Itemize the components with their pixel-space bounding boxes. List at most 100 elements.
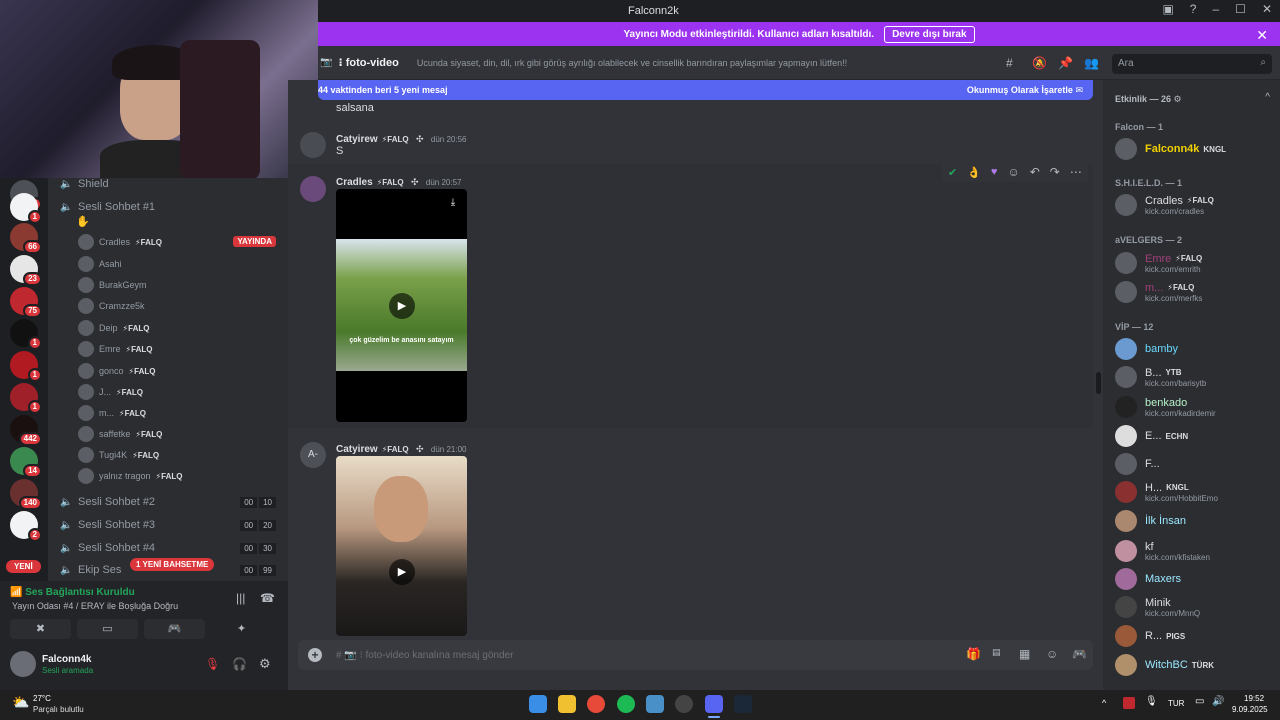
server-icon[interactable]: 442 xyxy=(10,415,42,446)
app-icon[interactable] xyxy=(675,695,693,713)
member-item[interactable]: benkado kick.com/kadirdemir xyxy=(1115,396,1216,418)
message-input[interactable]: # 📷 ⁝ foto-video kanalına mesaj gönder xyxy=(336,650,513,661)
sticker-icon[interactable]: ▦ xyxy=(1019,647,1030,661)
voice-user[interactable]: gonco ⚡FALQ xyxy=(78,363,155,379)
avatar[interactable] xyxy=(300,132,326,158)
reply-icon[interactable]: ↶ xyxy=(1030,165,1040,179)
weather-temp[interactable]: 27°C xyxy=(33,694,51,703)
member-item[interactable]: R... PIGS xyxy=(1115,625,1185,647)
emoji-icon[interactable]: ☺ xyxy=(1046,647,1058,661)
deafen-icon[interactable]: 🎧 xyxy=(232,657,247,671)
add-attachment-icon[interactable]: + xyxy=(308,648,322,662)
voice-user[interactable]: Cradles ⚡FALQ xyxy=(78,234,162,250)
disconnect-icon[interactable]: ☎ xyxy=(260,591,275,605)
search-input[interactable]: Ara ⌕ xyxy=(1112,54,1272,74)
mark-as-read-button[interactable]: Okunmuş Olarak İşaretle ✉ xyxy=(967,85,1083,96)
voice-channel-sesli-1[interactable]: 🔈 Sesli Sohbet #1 xyxy=(60,201,155,213)
voice-user[interactable]: BurakGeym xyxy=(78,277,147,293)
new-unread-pill[interactable]: YENİ xyxy=(6,560,41,573)
server-icon[interactable]: 14 xyxy=(10,447,42,478)
member-item[interactable]: bamby xyxy=(1115,338,1178,360)
voice-user[interactable]: Emre ⚡FALQ xyxy=(78,341,152,357)
new-mentions-pill[interactable]: 1 YENİ BAHSETME xyxy=(130,558,215,571)
weather-desc[interactable]: Parçalı bulutlu xyxy=(33,705,84,714)
member-item[interactable]: m... ⚡FALQ kick.com/merfks xyxy=(1115,281,1202,303)
steam-icon[interactable] xyxy=(734,695,752,713)
message-author[interactable]: Catyirew xyxy=(336,134,378,145)
pin-icon[interactable]: 📌 xyxy=(1058,56,1073,70)
voice-user[interactable]: saffetke ⚡FALQ xyxy=(78,426,162,442)
member-item[interactable]: Maxers xyxy=(1115,568,1181,590)
notifications-off-icon[interactable]: 🔕 xyxy=(1032,56,1047,70)
server-icon[interactable]: 1 xyxy=(10,193,42,224)
member-list-icon[interactable]: 👥 xyxy=(1084,56,1099,70)
discord-icon[interactable] xyxy=(705,695,723,713)
soundboard-icon[interactable]: ✦ xyxy=(211,619,272,639)
server-icon[interactable]: 1 xyxy=(10,351,42,382)
member-item[interactable]: Emre ⚡FALQ kick.com/emrith xyxy=(1115,252,1202,274)
spotify-icon[interactable] xyxy=(617,695,635,713)
server-icon[interactable]: 1 xyxy=(10,319,42,350)
member-item[interactable]: E... ECHN xyxy=(1115,425,1188,447)
close-banner-icon[interactable]: ✕ xyxy=(1256,27,1268,44)
gift-icon[interactable]: 🎁 xyxy=(966,647,981,661)
gif-icon[interactable]: ▤ xyxy=(992,647,1001,658)
server-icon[interactable]: 75 xyxy=(10,287,42,318)
message-author[interactable]: Cradles xyxy=(336,177,373,188)
play-icon[interactable]: ▶ xyxy=(389,293,415,319)
download-icon[interactable]: ⤓ xyxy=(444,194,462,212)
member-item[interactable]: B... YTB kick.com/barisytb xyxy=(1115,366,1206,388)
voice-user[interactable]: Deip ⚡FALQ xyxy=(78,320,149,336)
clock-time[interactable]: 19:52 xyxy=(1244,694,1264,703)
heart-reaction-icon[interactable]: ♥ xyxy=(991,166,998,178)
mic-muted-icon[interactable]: 🎙 xyxy=(205,657,220,671)
language-indicator[interactable]: TUR xyxy=(1168,699,1184,708)
close-window-button[interactable]: ✕ xyxy=(1262,2,1272,16)
tray-app-icon[interactable] xyxy=(1123,697,1135,709)
voice-user[interactable]: Asahi xyxy=(78,256,122,272)
voice-channel-sesli-4[interactable]: 🔈 Sesli Sohbet #4 xyxy=(60,542,155,554)
gear-icon[interactable]: ⚙ xyxy=(259,656,271,672)
file-explorer-icon[interactable] xyxy=(558,695,576,713)
voice-channel-ekip-ses[interactable]: 🔈 Ekip Ses xyxy=(60,564,121,576)
add-reaction-icon[interactable]: ☺ xyxy=(1007,165,1019,179)
member-item[interactable]: İlk İnsan xyxy=(1115,510,1186,532)
activity-icon[interactable]: 🎮 xyxy=(144,619,205,639)
member-item[interactable]: F... xyxy=(1115,453,1160,475)
chrome-icon[interactable] xyxy=(587,695,605,713)
message-author[interactable]: Catyirew xyxy=(336,444,378,455)
message-composer[interactable]: + # 📷 ⁝ foto-video kanalına mesaj gönder… xyxy=(298,640,1093,670)
app-launcher-icon[interactable]: 🎮 xyxy=(1072,647,1087,661)
collapse-icon[interactable]: ^ xyxy=(1265,92,1270,103)
windows-start-icon[interactable] xyxy=(529,695,547,713)
voice-user[interactable]: Cramzze5k xyxy=(78,298,145,314)
member-item[interactable]: H... KNGL kick.com/HobbitEmo xyxy=(1115,481,1218,503)
check-reaction-icon[interactable]: ✔ xyxy=(948,166,957,179)
voice-user[interactable]: J... ⚡FALQ xyxy=(78,384,143,400)
ok-hand-reaction-icon[interactable]: 👌 xyxy=(967,166,981,179)
server-icon[interactable]: 66 xyxy=(10,223,42,254)
member-item[interactable]: Minik kick.com/MnnQ xyxy=(1115,596,1200,618)
avatar[interactable] xyxy=(10,651,36,677)
voice-channel-sesli-3[interactable]: 🔈 Sesli Sohbet #3 xyxy=(60,519,155,531)
play-icon[interactable]: ▶ xyxy=(389,559,415,585)
server-icon[interactable]: 23 xyxy=(10,255,42,286)
voice-user[interactable]: yalnız tragon ⚡FALQ xyxy=(78,468,182,484)
server-icon[interactable]: 140 xyxy=(10,479,42,510)
microphone-icon[interactable]: 🎙 xyxy=(1145,696,1158,707)
member-item[interactable]: Falconn4k KNGL xyxy=(1115,138,1226,160)
forward-icon[interactable]: ↷ xyxy=(1050,165,1060,179)
server-icon[interactable]: 1 xyxy=(10,383,42,414)
screen-share-icon[interactable]: ▭ xyxy=(77,619,138,639)
network-icon[interactable]: ▭ xyxy=(1195,696,1204,707)
server-icon[interactable]: 2 xyxy=(10,511,42,542)
camera-off-icon[interactable]: ✖ xyxy=(10,619,71,639)
clock-date[interactable]: 9.09.2025 xyxy=(1232,705,1268,714)
app-icon[interactable] xyxy=(646,695,664,713)
noise-suppression-icon[interactable]: ||| xyxy=(236,591,245,605)
voice-user[interactable]: Tugi4K ⚡FALQ xyxy=(78,447,159,463)
channel-topic[interactable]: Ucunda siyaset, din, dil, ırk gibi görüş… xyxy=(417,58,847,68)
voice-channel-shield[interactable]: 🔈 Shield xyxy=(60,178,109,190)
voice-channel-name[interactable]: Yayın Odası #4 / ERAY ile Boşluğa Doğru xyxy=(12,601,178,611)
member-item[interactable]: Cradles ⚡FALQ kick.com/cradles xyxy=(1115,194,1214,216)
